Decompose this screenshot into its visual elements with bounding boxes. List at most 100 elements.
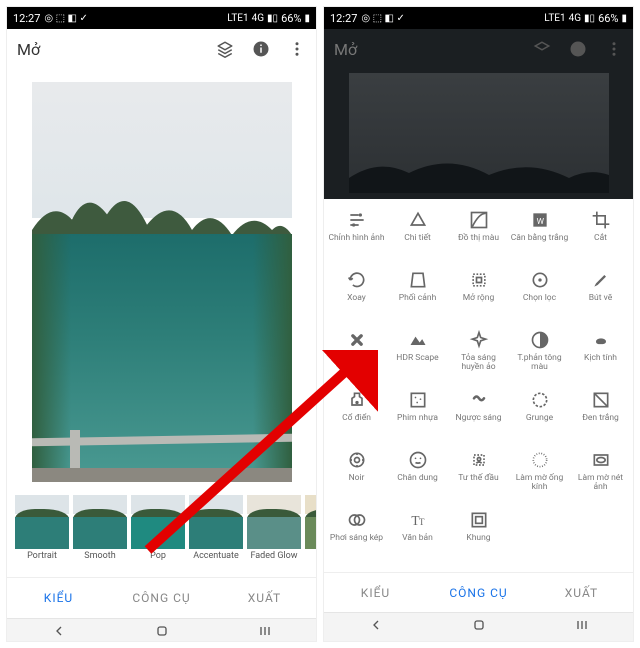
tool-grunge[interactable]: Grunge <box>509 385 570 445</box>
photo-canvas[interactable] <box>7 69 316 491</box>
tool-drama[interactable]: Kịch tính <box>570 325 631 385</box>
tool-label: Phối cảnh <box>398 294 438 303</box>
status-app-icons: ◎ ⬚ ◧ ✓ <box>361 13 404 24</box>
tab-export[interactable]: XUẤT <box>530 573 633 613</box>
nav-back[interactable] <box>51 623 67 642</box>
text-icon: TT <box>407 509 429 531</box>
tool-white-balance[interactable]: WCân bằng trắng <box>509 205 570 265</box>
retrolux-icon <box>468 389 490 411</box>
more-icon <box>605 40 623 58</box>
tool-headpose[interactable]: Tư thế đầu <box>448 445 509 505</box>
tool-crop[interactable]: Cắt <box>570 205 631 265</box>
headpose-icon <box>468 449 490 471</box>
double-exp-icon <box>346 509 368 531</box>
tool-label: Grunge <box>525 414 554 423</box>
tool-label: Chi tiết <box>403 234 432 243</box>
nav-recent[interactable] <box>257 623 273 642</box>
svg-text:T: T <box>418 517 424 527</box>
style-accentuate[interactable]: Accentuate <box>189 495 243 577</box>
signal-icon: ▮▯ <box>267 13 278 24</box>
lensblur-icon <box>529 449 551 471</box>
grunge-icon <box>529 389 551 411</box>
styles-strip[interactable]: Portrait Smooth Pop Accentuate Faded Glo… <box>7 491 316 577</box>
nav-home[interactable] <box>154 623 170 642</box>
tool-label: Phim nhựa <box>396 414 439 423</box>
tool-grainy[interactable]: Phim nhựa <box>387 385 448 445</box>
status-bar: 12:27 ◎ ⬚ ◧ ✓ LTE1 4G ▮▯ 66% ▮ <box>7 7 316 29</box>
tool-frames[interactable]: Khung <box>448 505 509 565</box>
android-nav <box>324 612 633 641</box>
more-icon[interactable] <box>288 40 306 58</box>
tool-details[interactable]: Chi tiết <box>387 205 448 265</box>
tool-label: Phơi sáng kép <box>329 534 384 543</box>
tool-perspective[interactable]: Phối cảnh <box>387 265 448 325</box>
tool-retrolux[interactable]: Ngược sáng <box>448 385 509 445</box>
tool-brush[interactable]: Bút vẽ <box>570 265 631 325</box>
tool-tonal[interactable]: T.phản tông màu <box>509 325 570 385</box>
tool-tune[interactable]: Chỉnh hình ảnh <box>326 205 387 265</box>
tool-expand[interactable]: Mở rộng <box>448 265 509 325</box>
frames-icon <box>468 509 490 531</box>
tool-curves[interactable]: Đồ thị màu <box>448 205 509 265</box>
glamour-icon <box>468 329 490 351</box>
tool-label: Chỉnh hình ảnh <box>327 234 385 243</box>
vintage-icon <box>346 389 368 411</box>
tab-styles[interactable]: KIỂU <box>7 578 110 618</box>
tool-vintage[interactable]: Cổ điển <box>326 385 387 445</box>
style-portrait[interactable]: Portrait <box>15 495 69 577</box>
style-faded-glow[interactable]: Faded Glow <box>247 495 301 577</box>
tools-sheet: Chỉnh hình ảnh Chi tiết Đồ thị màu WCân bằn… <box>324 199 633 573</box>
white-balance-icon: W <box>529 209 551 231</box>
tool-vignette[interactable]: Làm mờ nét ảnh <box>570 445 631 505</box>
tool-portrait[interactable]: Chân dung <box>387 445 448 505</box>
open-button[interactable]: Mở <box>17 40 40 59</box>
status-sig: 4G <box>569 13 581 24</box>
tool-hdr[interactable]: HDR Scape <box>387 325 448 385</box>
tool-noir[interactable]: Noir <box>326 445 387 505</box>
style-smooth[interactable]: Smooth <box>73 495 127 577</box>
status-battery: 66% <box>281 12 301 25</box>
crop-icon <box>590 209 612 231</box>
tool-label: Chân dung <box>396 474 439 483</box>
open-button-dim: Mở <box>334 40 357 59</box>
status-battery: 66% <box>598 12 618 25</box>
info-icon <box>569 40 587 58</box>
style-pop[interactable]: Pop <box>131 495 185 577</box>
tool-double-exp[interactable]: Phơi sáng kép <box>326 505 387 565</box>
tool-label: Đồ thị màu <box>457 234 500 243</box>
tool-label: Văn bản <box>401 534 434 543</box>
phone-right: 12:27 ◎ ⬚ ◧ ✓ LTE1 4G ▮▯ 66% ▮ Mở Chỉnh … <box>323 6 634 642</box>
hdr-icon <box>407 329 429 351</box>
nav-home[interactable] <box>471 617 487 637</box>
layers-icon <box>533 40 551 58</box>
nav-recent[interactable] <box>574 617 590 637</box>
healing-icon <box>346 329 368 351</box>
android-nav <box>7 618 316 642</box>
layers-icon[interactable] <box>216 40 234 58</box>
tonal-icon <box>529 329 551 351</box>
tab-styles[interactable]: KIỂU <box>324 573 427 613</box>
tool-glamour[interactable]: Tỏa sáng huyền ảo <box>448 325 509 385</box>
vignette-icon <box>590 449 612 471</box>
tool-bw[interactable]: Đen trắng <box>570 385 631 445</box>
tool-rotate[interactable]: Xoay <box>326 265 387 325</box>
dimmed-background[interactable]: Mở <box>324 29 633 199</box>
battery-icon: ▮ <box>304 13 310 24</box>
tool-healing[interactable]: Chỉnh sửa <box>326 325 387 385</box>
nav-back[interactable] <box>368 617 384 637</box>
tool-lensblur[interactable]: Làm mờ ống kính <box>509 445 570 505</box>
tool-label: Cổ điển <box>341 414 372 423</box>
info-icon[interactable] <box>252 40 270 58</box>
tool-text[interactable]: TT Văn bản <box>387 505 448 565</box>
style-more[interactable]: Mo <box>305 495 316 577</box>
status-net: LTE1 <box>544 13 565 24</box>
tool-label: Đen trắng <box>581 414 620 423</box>
status-sig: 4G <box>252 13 264 24</box>
perspective-icon <box>407 269 429 291</box>
tab-tools[interactable]: CÔNG CỤ <box>110 578 213 618</box>
tool-selective[interactable]: Chọn lọc <box>509 265 570 325</box>
tab-export[interactable]: XUẤT <box>213 578 316 618</box>
tool-label: Làm mờ ống kính <box>509 474 570 493</box>
tab-tools[interactable]: CÔNG CỤ <box>427 573 530 613</box>
bw-icon <box>590 389 612 411</box>
